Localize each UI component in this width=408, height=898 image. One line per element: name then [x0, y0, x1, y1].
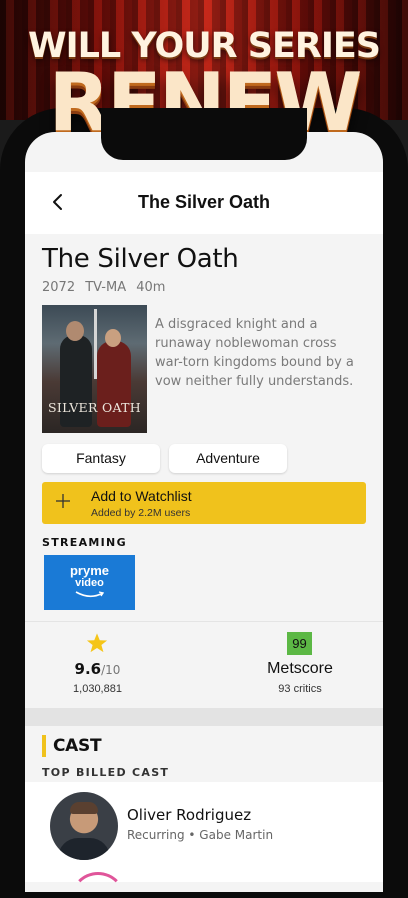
watchlist-count: Added by 2.2M users	[91, 507, 191, 519]
ratings-panel: 9.6/10 1,030,881 99 Metscore 93 critics	[25, 621, 383, 707]
streaming-provider-tile[interactable]: pryme video	[44, 555, 135, 610]
user-rating-count: 1,030,881	[73, 683, 122, 695]
genre-chip-fantasy[interactable]: Fantasy	[42, 444, 160, 473]
provider-subname: video	[75, 577, 104, 589]
app-screen: The Silver Oath The Silver Oath 2072 TV-…	[25, 132, 383, 892]
user-rating-scale: /10	[101, 663, 121, 677]
poster-title: SILVER OATH	[48, 400, 141, 415]
watchlist-label: Add to Watchlist	[91, 488, 192, 504]
provider-logo-text: pryme video	[44, 563, 135, 589]
poster-knight-head	[66, 321, 84, 341]
star-icon	[86, 633, 108, 653]
plus-icon	[56, 494, 70, 508]
user-rating[interactable]: 9.6/10	[55, 660, 140, 678]
cast-accent-bar	[42, 735, 46, 757]
cast-member-name: Oliver Rodriguez	[127, 806, 252, 824]
cast-heading: CAST	[53, 736, 102, 756]
nav-bar: The Silver Oath	[25, 172, 383, 234]
genre-chip-adventure[interactable]: Adventure	[169, 444, 287, 473]
cast-member-role: Recurring • Gabe Martin	[127, 828, 274, 842]
avatar-hair	[70, 802, 98, 814]
provider-name: pryme	[69, 563, 110, 578]
add-to-watchlist-button[interactable]: Add to Watchlist Added by 2.2M users	[42, 482, 366, 524]
show-poster[interactable]: SILVER OATH	[42, 305, 147, 433]
title-block: The Silver Oath	[42, 244, 239, 274]
section-divider	[25, 708, 383, 726]
cast-member-row[interactable]: Oliver Rodriguez Recurring • Gabe Martin	[25, 782, 383, 882]
show-year: 2072	[42, 280, 76, 295]
avatar	[50, 792, 118, 860]
show-content-rating: TV-MA	[85, 280, 127, 295]
top-billed-heading: TOP BILLED CAST	[42, 766, 170, 779]
show-synopsis: A disgraced knight and a runaway noblewo…	[155, 317, 354, 389]
show-meta: 2072 TV-MA 40m	[42, 280, 171, 295]
user-rating-score: 9.6	[74, 660, 102, 678]
phone-notch	[101, 108, 307, 160]
metscore-badge: 99	[287, 632, 312, 655]
poster-noblewoman-head	[105, 329, 121, 347]
show-runtime: 40m	[136, 280, 166, 295]
avatar-suit	[58, 838, 110, 860]
cast-section: CAST TOP BILLED CAST Oliver Rodriguez Re…	[25, 726, 383, 892]
metscore-critics-count: 93 critics	[278, 683, 322, 695]
nav-title: The Silver Oath	[137, 192, 271, 212]
smile-arrow-icon	[75, 591, 105, 598]
metscore-label[interactable]: Metscore	[250, 660, 350, 678]
streaming-heading: STREAMING	[42, 536, 127, 549]
show-title: The Silver Oath	[42, 244, 239, 274]
